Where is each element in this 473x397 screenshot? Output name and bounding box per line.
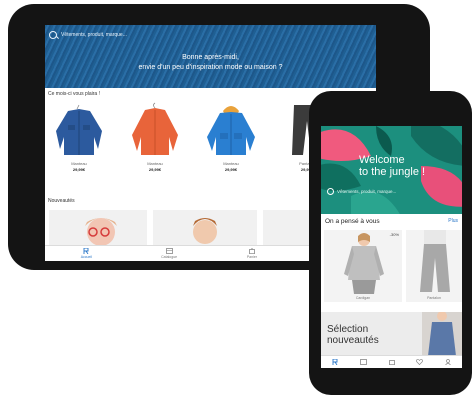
- product-name: Cardigan: [355, 296, 371, 300]
- phone-search-placeholder: Vêtements, produit, marque...: [337, 188, 397, 194]
- tablet-search-placeholder: Vêtements, produit, marque...: [61, 31, 127, 38]
- tab-catalog[interactable]: [349, 356, 377, 368]
- jacket-image: [56, 104, 102, 155]
- product-name: Manteau: [223, 161, 239, 166]
- phone-hero-banner: Welcome to the jungle ! Vêtements, produ…: [321, 126, 462, 214]
- news-card[interactable]: [153, 210, 257, 250]
- tab-accueil[interactable]: Accueil: [45, 246, 128, 261]
- tablet-news-title: Nouveautés: [48, 198, 75, 204]
- tablet-hero-greeting: Bonne après-midi, envie d'un peu d'inspi…: [45, 53, 376, 73]
- product-name: Manteau: [147, 161, 163, 166]
- model-photo: [193, 218, 217, 244]
- bag-icon: [248, 248, 255, 254]
- model-trousers-image: [420, 230, 450, 292]
- bag-icon: [388, 360, 395, 365]
- tablet-section-title: Ce mois-ci vous plaira !: [48, 91, 100, 97]
- model-photo: [422, 312, 462, 356]
- product-price: 29,99€: [72, 167, 86, 172]
- tab-label: Panier: [246, 255, 257, 259]
- jacket-image: [132, 102, 178, 155]
- product-name: Pantalon: [427, 296, 441, 300]
- phone-product-row: -30% Cardigan Pantalon: [321, 230, 462, 304]
- welcome-line1: Welcome: [359, 154, 405, 166]
- product-card[interactable]: Manteau 29,99€: [201, 101, 261, 185]
- catalog-icon: [165, 248, 173, 254]
- store-icon: [83, 248, 89, 254]
- tablet-hero-line2: envie d'un peu d'inspiration mode ou mai…: [138, 64, 283, 71]
- phone-device: Welcome to the jungle ! Vêtements, produ…: [309, 91, 472, 395]
- phone-hero-welcome: Welcome to the jungle !: [359, 154, 449, 178]
- tablet-search-bar[interactable]: Vêtements, produit, marque...: [49, 29, 249, 40]
- product-price: 29,99€: [148, 167, 162, 172]
- jacket-image: [207, 106, 255, 155]
- phone-screen: Welcome to the jungle ! Vêtements, produ…: [321, 126, 462, 368]
- product-card[interactable]: Pantalon: [406, 230, 462, 302]
- search-icon: [49, 30, 57, 39]
- tab-catalogue[interactable]: Catalogue: [128, 246, 211, 261]
- user-icon: [445, 359, 451, 365]
- welcome-line2: to the jungle !: [359, 166, 426, 178]
- tab-label: Accueil: [80, 255, 93, 259]
- model-photo: [85, 218, 117, 246]
- phone-selection-banner[interactable]: Sélection nouveautés: [321, 312, 462, 356]
- heart-icon: [416, 359, 424, 365]
- selection-line2: nouveautés: [327, 335, 379, 346]
- phone-section-header: On a pensé à vous Plus: [321, 216, 462, 226]
- tab-panier[interactable]: Panier: [211, 246, 294, 261]
- store-icon: [332, 359, 338, 365]
- product-card[interactable]: Manteau 29,99€: [49, 101, 109, 185]
- phone-search-bar[interactable]: Vêtements, produit, marque...: [327, 186, 455, 196]
- selection-title: Sélection nouveautés: [327, 324, 379, 346]
- tab-favorites[interactable]: [406, 356, 434, 368]
- tablet-hero-banner: Vêtements, produit, marque... Bonne aprè…: [45, 25, 376, 88]
- tab-home[interactable]: [321, 356, 349, 368]
- search-icon: [327, 187, 334, 195]
- more-link[interactable]: Plus: [448, 218, 458, 224]
- phone-tab-bar: [321, 355, 462, 368]
- product-name: Manteau: [71, 161, 87, 166]
- tab-account[interactable]: [434, 356, 462, 368]
- product-price: 29,99€: [224, 167, 238, 172]
- catalog-icon: [359, 359, 367, 365]
- product-card[interactable]: Manteau 29,99€: [125, 101, 185, 185]
- product-card[interactable]: -30% Cardigan: [324, 230, 402, 302]
- news-card[interactable]: [49, 210, 147, 250]
- model-cardigan-image: [344, 233, 384, 294]
- discount-badge: -30%: [389, 232, 399, 237]
- section-title: On a pensé à vous: [325, 217, 380, 225]
- tab-bag[interactable]: [377, 356, 405, 368]
- tab-label: Catalogue: [161, 255, 178, 259]
- tablet-hero-line1: Bonne après-midi,: [182, 54, 239, 61]
- selection-line1: Sélection: [327, 324, 369, 335]
